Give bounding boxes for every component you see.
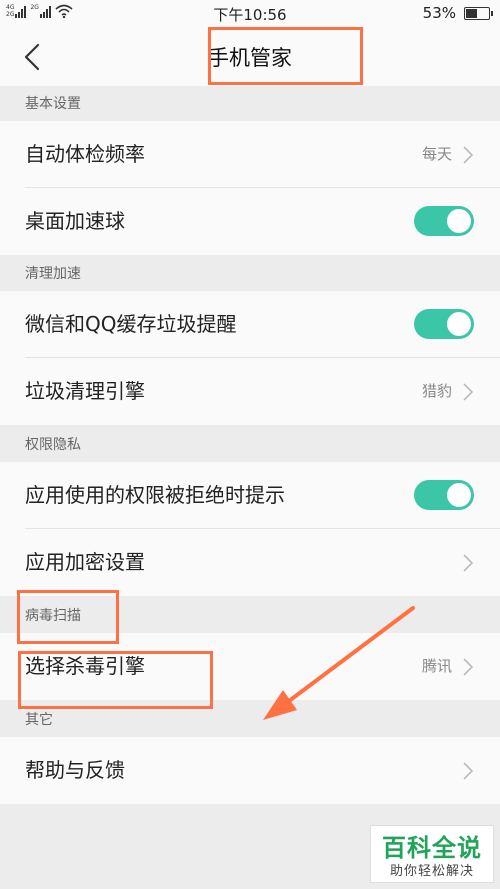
battery-level <box>466 8 477 18</box>
auto-check-frequency-row[interactable]: 自动体检频率 每天 <box>0 121 500 188</box>
section-header-basic: 基本设置 <box>0 88 500 121</box>
chevron-right-icon <box>463 658 474 676</box>
section-header-clean: 清理加速 <box>0 258 500 291</box>
row-label: 桌面加速球 <box>25 209 125 233</box>
section-header-privacy: 权限隐私 <box>0 429 500 462</box>
watermark-main: 百科全说 <box>382 834 482 862</box>
float-ball-row[interactable]: 桌面加速球 <box>0 188 500 255</box>
status-right: 53% <box>422 4 493 22</box>
row-value: 腾讯 <box>421 657 452 675</box>
permission-prompt-row[interactable]: 应用使用的权限被拒绝时提示 <box>0 462 500 529</box>
help-feedback-row[interactable]: 帮助与反馈 <box>0 737 500 804</box>
antivirus-engine-highlight-box <box>18 651 213 709</box>
row-label: 帮助与反馈 <box>25 758 125 782</box>
wechat-qq-cache-row[interactable]: 微信和QQ缓存垃圾提醒 <box>0 291 500 358</box>
chevron-right-icon <box>463 762 474 780</box>
virus-section-highlight-box <box>17 590 119 644</box>
watermark-sub: 助你轻松解决 <box>389 864 474 879</box>
row-label: 微信和QQ缓存垃圾提醒 <box>25 312 237 336</box>
status-bar: 4G 2G 2G 下午10:56 53% <box>0 0 500 28</box>
chevron-right-icon <box>463 554 474 572</box>
clean-engine-row[interactable]: 垃圾清理引擎 猎豹 <box>0 358 500 425</box>
watermark-logo: 百科全说 助你轻松解决 <box>370 825 494 883</box>
float-ball-toggle[interactable] <box>414 206 474 236</box>
row-value: 每天 <box>421 145 452 163</box>
row-label: 应用使用的权限被拒绝时提示 <box>25 483 285 507</box>
battery-icon <box>464 6 493 20</box>
wechat-qq-cache-toggle[interactable] <box>414 309 474 339</box>
row-label: 应用加密设置 <box>25 550 145 574</box>
row-label: 垃圾清理引擎 <box>25 379 145 403</box>
row-value: 猎豹 <box>421 382 452 400</box>
annotation-arrow-icon <box>263 606 415 720</box>
app-encrypt-row[interactable]: 应用加密设置 <box>0 529 500 596</box>
chevron-right-icon <box>463 383 474 401</box>
title-highlight-box <box>208 27 363 85</box>
chevron-right-icon <box>463 146 474 164</box>
row-label: 自动体检频率 <box>25 142 145 166</box>
battery-percent: 53% <box>422 4 456 22</box>
permission-prompt-toggle[interactable] <box>414 480 474 510</box>
